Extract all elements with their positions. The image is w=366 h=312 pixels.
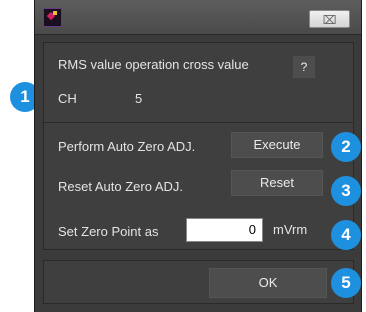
app-icon bbox=[43, 8, 62, 27]
reset-auto-zero-label: Reset Auto Zero ADJ. bbox=[58, 179, 184, 194]
title-bar: ⌧ bbox=[35, 0, 361, 35]
callout-badge-5: 5 bbox=[331, 268, 361, 298]
dialog-heading: RMS value operation cross value bbox=[58, 57, 249, 72]
reset-button[interactable]: Reset bbox=[231, 170, 323, 196]
channel-value: 5 bbox=[135, 91, 143, 106]
callout-badge-4: 4 bbox=[331, 220, 361, 250]
help-button[interactable]: ? bbox=[293, 56, 315, 78]
perform-auto-zero-label: Perform Auto Zero ADJ. bbox=[58, 139, 196, 154]
callout-badge-2: 2 bbox=[331, 132, 361, 162]
channel-label: CH bbox=[58, 91, 77, 106]
callout-badge-3: 3 bbox=[331, 176, 361, 206]
close-button[interactable]: ⌧ bbox=[309, 10, 350, 28]
dialog-window: ⌧ RMS value operation cross value ? CH 5… bbox=[34, 0, 362, 312]
section-divider bbox=[43, 122, 354, 123]
zero-point-label: Set Zero Point as bbox=[58, 224, 159, 239]
ok-button[interactable]: OK bbox=[209, 268, 327, 298]
zero-point-input[interactable]: 0 bbox=[186, 218, 263, 242]
unit-label: mVrm bbox=[273, 222, 308, 237]
execute-button[interactable]: Execute bbox=[231, 132, 323, 158]
